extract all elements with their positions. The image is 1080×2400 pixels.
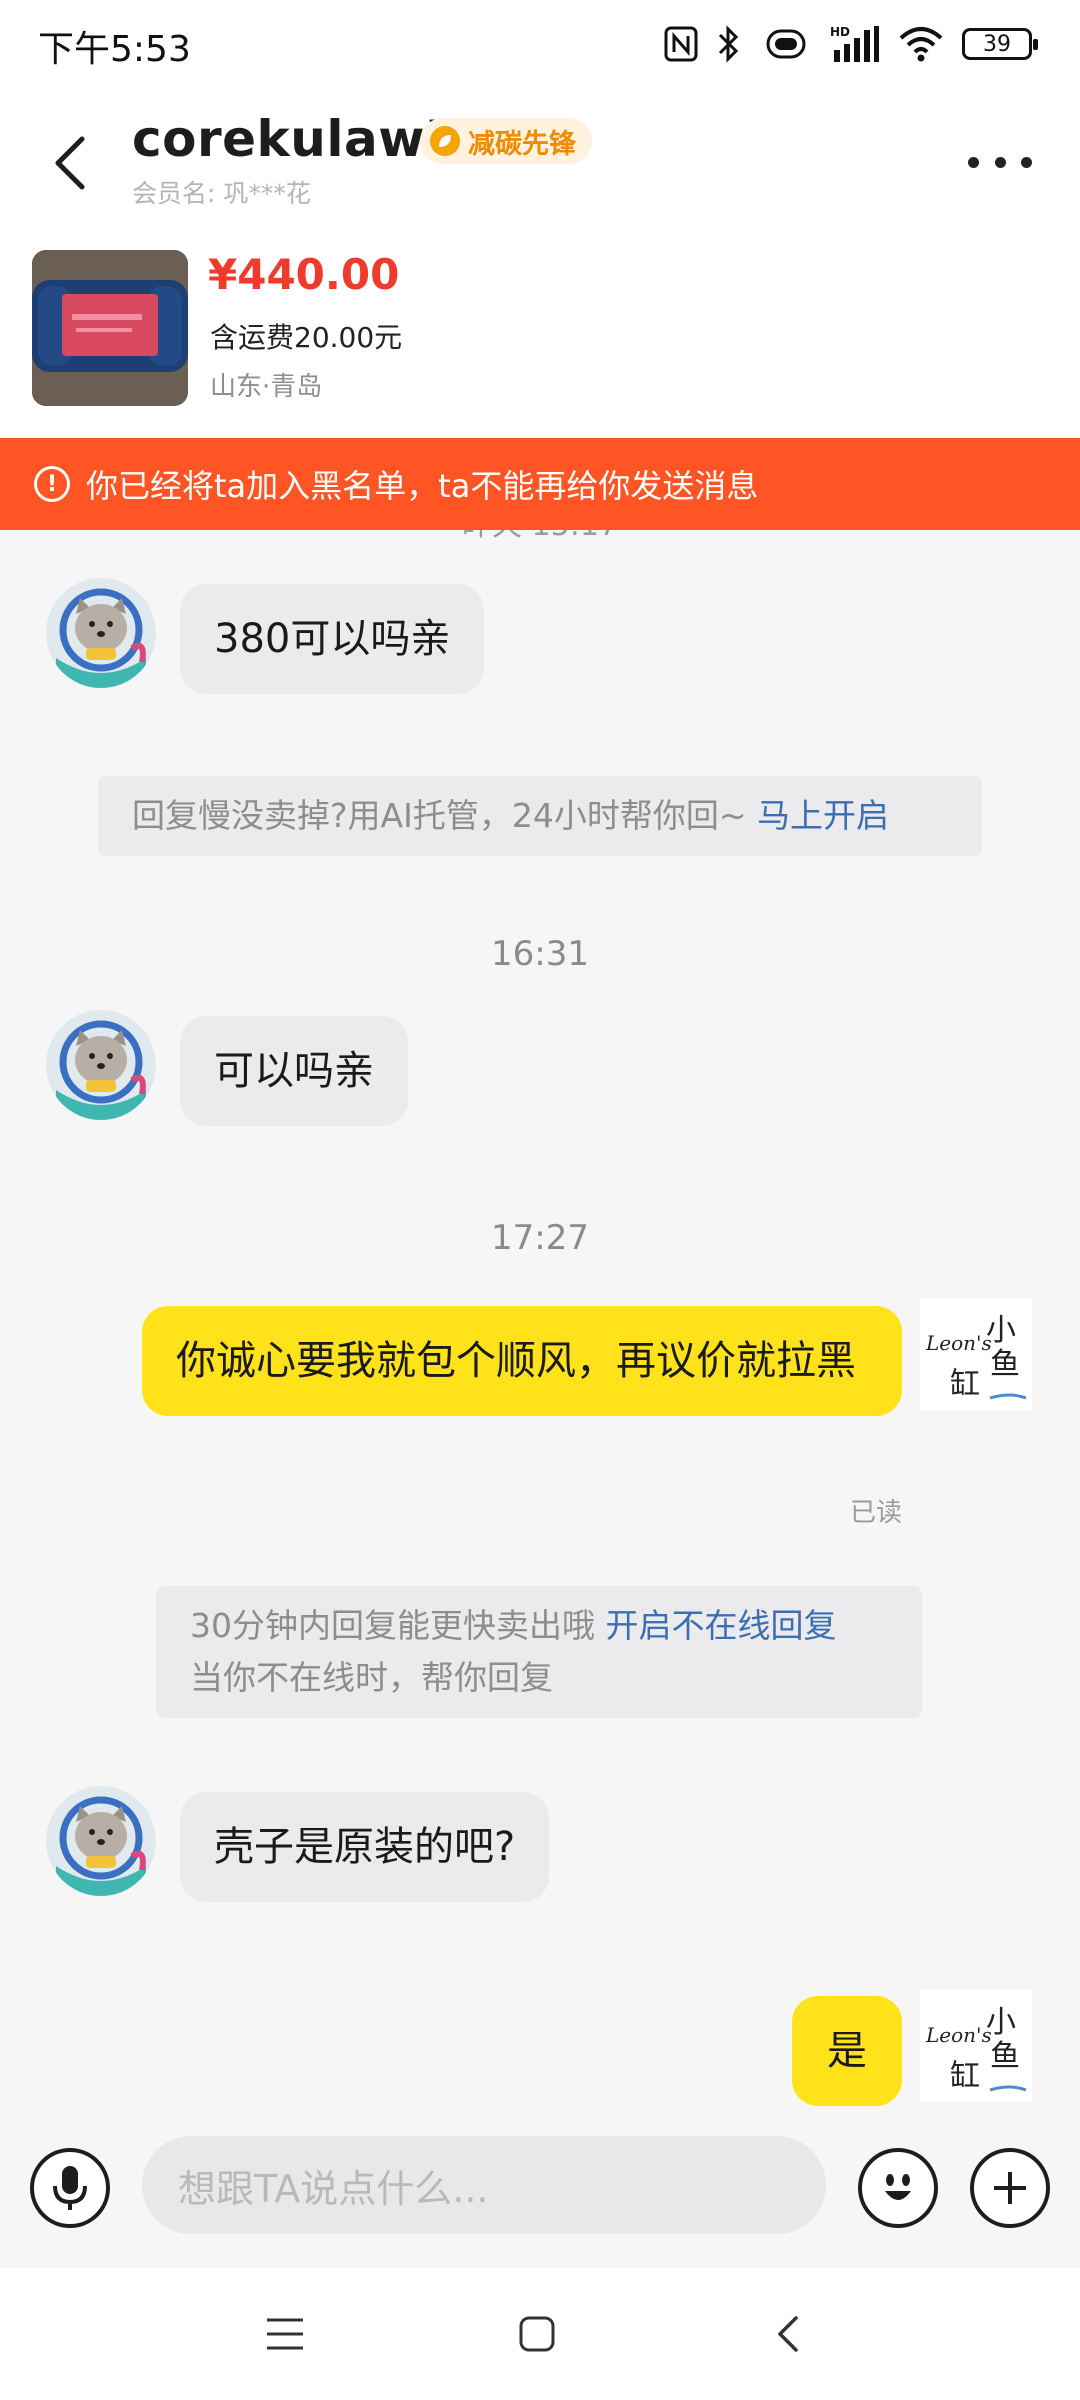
- seller-avatar[interactable]: [46, 1010, 156, 1120]
- logo-avatar-icon: Leon's 小 鱼 缸: [920, 1990, 1032, 2102]
- member-name: 会员名: 巩***花: [132, 179, 311, 208]
- message-bubble-2[interactable]: 可以吗亲: [180, 1016, 408, 1126]
- back-triangle-icon: [778, 2316, 798, 2352]
- seller-avatar[interactable]: [46, 1786, 156, 1896]
- back-arrow-icon: [55, 136, 85, 190]
- seller-avatar[interactable]: [46, 578, 156, 688]
- emoji-button[interactable]: [858, 2148, 938, 2228]
- svg-text:鱼: 鱼: [990, 1347, 1020, 1382]
- offline-tip-text: 30分钟内回复能更快卖出哦: [190, 1606, 606, 1645]
- nav-menu-button[interactable]: [250, 2302, 320, 2366]
- cat-avatar-icon: [46, 1786, 156, 1896]
- more-dots-icon: [968, 156, 979, 168]
- nfc-icon: [664, 24, 698, 64]
- product-location: 山东·青岛: [210, 372, 323, 402]
- svg-text:HD: HD: [830, 25, 850, 39]
- message-input-placeholder: 想跟TA说点什么...: [178, 2166, 489, 2211]
- message-bubble-3[interactable]: 壳子是原装的吧?: [180, 1792, 550, 1902]
- battery-level: 39: [983, 31, 1011, 57]
- voice-button[interactable]: [30, 2148, 110, 2228]
- timestamp-1727: 17:27: [491, 1218, 589, 1258]
- my-avatar[interactable]: Leon's 小 鱼 缸: [920, 1298, 1032, 1410]
- ai-hosting-tip: 回复慢没卖掉?用AI托管，24小时帮你回~ 马上开启: [98, 776, 982, 856]
- chat-header: corekulawN 减碳先锋 会员名: 巩***花: [0, 88, 1080, 238]
- nav-back-button[interactable]: [752, 2302, 822, 2366]
- offline-reply-tip: 30分钟内回复能更快卖出哦 开启不在线回复 当你不在线时，帮你回复: [156, 1586, 922, 1718]
- ai-enable-link[interactable]: 马上开启: [757, 796, 889, 835]
- input-bar: 想跟TA说点什么...: [0, 2122, 1080, 2268]
- menu-icon: [267, 2318, 303, 2350]
- my-message-bubble-2[interactable]: 是: [792, 1996, 902, 2106]
- wifi-icon: [898, 24, 944, 64]
- timestamp-1631: 16:31: [491, 934, 589, 974]
- plus-icon: [994, 2172, 1026, 2204]
- bluetooth-icon: [716, 24, 742, 64]
- svg-text:缸: 缸: [950, 2059, 980, 2094]
- product-card[interactable]: ¥440.00 含运费20.00元 山东·青岛: [0, 238, 1080, 438]
- status-bar: 下午5:53 HD 39: [0, 0, 1080, 88]
- logo-avatar-icon: Leon's 小 鱼 缸: [920, 1298, 1032, 1410]
- ai-tip-text: 回复慢没卖掉?用AI托管，24小时帮你回~: [132, 796, 757, 835]
- status-icons: HD 39: [664, 22, 1038, 66]
- read-status: 已读: [849, 1498, 902, 1528]
- chat-messages[interactable]: 昨天 15:17 380可以吗亲 回复慢没卖掉?用AI托管，24小时帮你回~ 马…: [0, 530, 1080, 2122]
- battery-icon: 39: [962, 28, 1038, 60]
- warning-icon: !: [34, 466, 70, 502]
- product-shipping: 含运费20.00元: [210, 321, 403, 354]
- svg-text:Leon's: Leon's: [925, 2023, 992, 2047]
- status-time: 下午5:53: [38, 29, 191, 70]
- product-price: ¥440.00: [208, 250, 400, 299]
- offline-enable-link[interactable]: 开启不在线回复: [605, 1606, 836, 1645]
- svg-text:鱼: 鱼: [990, 2039, 1020, 2074]
- svg-text:缸: 缸: [950, 1367, 980, 1402]
- badge-label: 减碳先锋: [468, 128, 576, 160]
- more-button[interactable]: [960, 132, 1040, 192]
- microphone-icon: [53, 2166, 87, 2210]
- system-nav-bar: [0, 2268, 1080, 2400]
- nav-home-button[interactable]: [502, 2302, 572, 2366]
- banner-text: 你已经将ta加入黑名单，ta不能再给你发送消息: [86, 467, 759, 505]
- svg-text:Leon's: Leon's: [925, 1331, 992, 1355]
- cat-avatar-icon: [46, 578, 156, 688]
- timestamp-hidden: 昨天 15:17: [0, 530, 1080, 544]
- vibrate-icon: [760, 24, 812, 64]
- message-bubble-1[interactable]: 380可以吗亲: [180, 584, 485, 694]
- back-button[interactable]: [40, 128, 100, 198]
- message-input[interactable]: 想跟TA说点什么...: [142, 2136, 826, 2234]
- my-avatar[interactable]: Leon's 小 鱼 缸: [920, 1990, 1032, 2102]
- leaf-coin-icon: [430, 126, 460, 156]
- svg-text:小: 小: [986, 2005, 1016, 2040]
- svg-text:小: 小: [986, 1313, 1016, 1348]
- blacklist-banner: ! 你已经将ta加入黑名单，ta不能再给你发送消息: [0, 438, 1080, 530]
- contact-name[interactable]: corekulawN: [132, 110, 467, 168]
- emoji-icon: [885, 2174, 911, 2200]
- my-message-bubble-1[interactable]: 你诚心要我就包个顺风，再议价就拉黑: [142, 1306, 902, 1416]
- offline-tip-line2: 当你不在线时，帮你回复: [190, 1658, 553, 1697]
- home-square-icon: [519, 2316, 555, 2352]
- cat-avatar-icon: [46, 1010, 156, 1120]
- add-button[interactable]: [970, 2148, 1050, 2228]
- carbon-badge[interactable]: 减碳先锋: [420, 118, 592, 164]
- product-thumbnail[interactable]: [32, 250, 188, 406]
- hd-signal-icon: HD: [830, 24, 880, 64]
